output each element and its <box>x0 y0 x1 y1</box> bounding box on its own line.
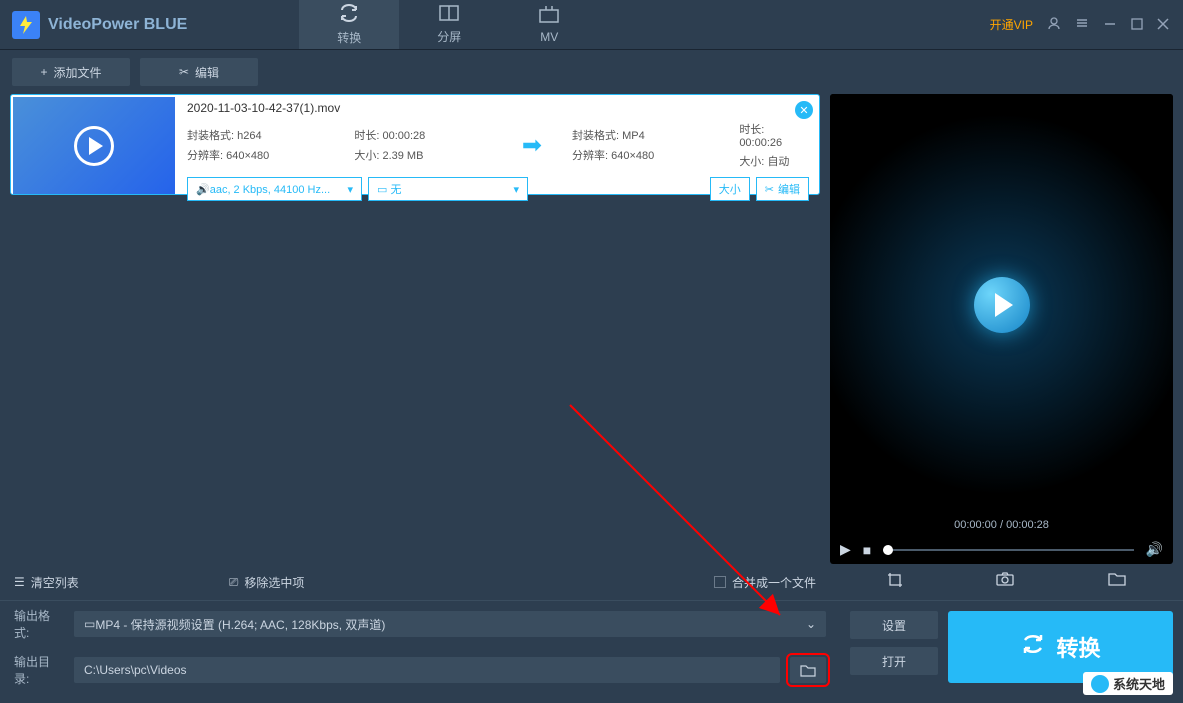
add-file-button[interactable]: + 添加文件 <box>12 58 130 86</box>
preview-time: 00:00:00 / 00:00:28 <box>830 515 1173 535</box>
remove-selected-button[interactable]: ⎚ 移除选中项 <box>229 574 305 591</box>
open-button[interactable]: 打开 <box>850 647 938 675</box>
split-icon <box>439 5 459 26</box>
file-info: 2020-11-03-10-42-37(1).mov 封装格式: h264 分辨… <box>177 95 819 194</box>
volume-icon[interactable]: 🔊 <box>1146 541 1163 558</box>
main-tabs: 转换 分屏 MV <box>299 0 599 49</box>
size-button[interactable]: 大小 <box>710 177 750 201</box>
clear-list-button[interactable]: ☰ 清空列表 <box>14 574 79 591</box>
mv-icon <box>539 5 559 28</box>
preview-canvas[interactable] <box>830 94 1173 515</box>
play-overlay-icon <box>74 126 114 166</box>
content-area: ✕ 2020-11-03-10-42-37(1).mov 封装格式: h264 … <box>0 94 1183 564</box>
chevron-down-icon: ⌄ <box>806 617 816 631</box>
tab-mv[interactable]: MV <box>499 0 599 49</box>
bolt-icon <box>12 11 40 39</box>
item-edit-button[interactable]: ✂编辑 <box>756 177 809 201</box>
stop-button[interactable]: ■ <box>863 542 871 558</box>
edit-button[interactable]: ✂ 编辑 <box>140 58 258 86</box>
list-icon: ☰ <box>14 575 25 589</box>
dir-label: 输出目录: <box>14 653 64 687</box>
app-title: VideoPower BLUE <box>48 16 187 34</box>
merge-checkbox[interactable]: 合并成一个文件 <box>714 574 816 591</box>
chevron-down-icon: ▾ <box>513 183 519 196</box>
arrow-right-icon: ➡ <box>522 131 542 160</box>
browse-folder-button[interactable] <box>790 657 826 683</box>
vip-button[interactable]: 开通VIP <box>990 16 1033 33</box>
list-operations: ☰ 清空列表 ⎚ 移除选中项 合并成一个文件 <box>0 564 830 600</box>
plus-icon: + <box>40 65 47 79</box>
subtitle-icon: ▭ <box>377 184 390 196</box>
remove-icon: ⎚ <box>229 575 239 590</box>
format-label: 输出格式: <box>14 607 64 641</box>
maximize-icon[interactable] <box>1131 17 1143 33</box>
settings-button[interactable]: 设置 <box>850 611 938 639</box>
tab-split[interactable]: 分屏 <box>399 0 499 49</box>
output-dir-row: 输出目录: C:\Users\pc\Videos <box>0 647 840 693</box>
refresh-icon <box>1020 633 1046 661</box>
audio-select[interactable]: 🔊aac, 2 Kbps, 44100 Hz... ▾ <box>187 177 362 201</box>
folder-icon[interactable] <box>1108 572 1126 592</box>
preview-panel: 00:00:00 / 00:00:28 ▶ ■ 🔊 <box>830 94 1173 564</box>
preview-operations <box>830 564 1183 600</box>
window-controls: 开通VIP <box>990 16 1183 33</box>
camera-icon[interactable] <box>996 572 1014 592</box>
checkbox-icon <box>714 576 726 588</box>
tab-convert[interactable]: 转换 <box>299 0 399 49</box>
minimize-icon[interactable] <box>1103 16 1117 33</box>
file-thumbnail[interactable] <box>13 97 175 194</box>
title-bar: VideoPower BLUE 转换 分屏 MV 开通VIP <box>0 0 1183 50</box>
play-orb-icon <box>974 277 1030 333</box>
crop-icon[interactable] <box>887 572 903 592</box>
toolbar: + 添加文件 ✂ 编辑 <box>0 50 1183 94</box>
remove-file-button[interactable]: ✕ <box>795 101 813 119</box>
play-button[interactable]: ▶ <box>840 541 851 558</box>
scissors-icon: ✂ <box>765 183 774 196</box>
file-item[interactable]: ✕ 2020-11-03-10-42-37(1).mov 封装格式: h264 … <box>10 94 820 195</box>
seek-slider[interactable] <box>883 549 1133 551</box>
bottom-bar: 输出格式: ▭ MP4 - 保持源视频设置 (H.264; AAC, 128Kb… <box>0 600 1183 693</box>
scissors-icon: ✂ <box>179 65 189 79</box>
chevron-down-icon: ▾ <box>347 183 353 196</box>
close-icon[interactable] <box>1157 17 1169 33</box>
file-name: 2020-11-03-10-42-37(1).mov <box>187 101 809 115</box>
app-logo: VideoPower BLUE <box>0 11 199 39</box>
file-list: ✕ 2020-11-03-10-42-37(1).mov 封装格式: h264 … <box>10 94 820 564</box>
watermark: 系统天地 <box>1083 672 1173 695</box>
output-dir-field[interactable]: C:\Users\pc\Videos <box>74 657 780 683</box>
audio-icon: 🔊 <box>196 184 210 196</box>
preview-controls: ▶ ■ 🔊 <box>830 535 1173 564</box>
user-icon[interactable] <box>1047 16 1061 33</box>
menu-icon[interactable] <box>1075 16 1089 33</box>
output-format-select[interactable]: ▭ MP4 - 保持源视频设置 (H.264; AAC, 128Kbps, 双声… <box>74 611 826 637</box>
output-format-row: 输出格式: ▭ MP4 - 保持源视频设置 (H.264; AAC, 128Kb… <box>0 601 840 647</box>
subtitle-select[interactable]: ▭ 无 ▾ <box>368 177 528 201</box>
watermark-icon <box>1091 675 1109 693</box>
format-icon: ▭ <box>84 617 95 631</box>
convert-icon <box>338 4 360 27</box>
